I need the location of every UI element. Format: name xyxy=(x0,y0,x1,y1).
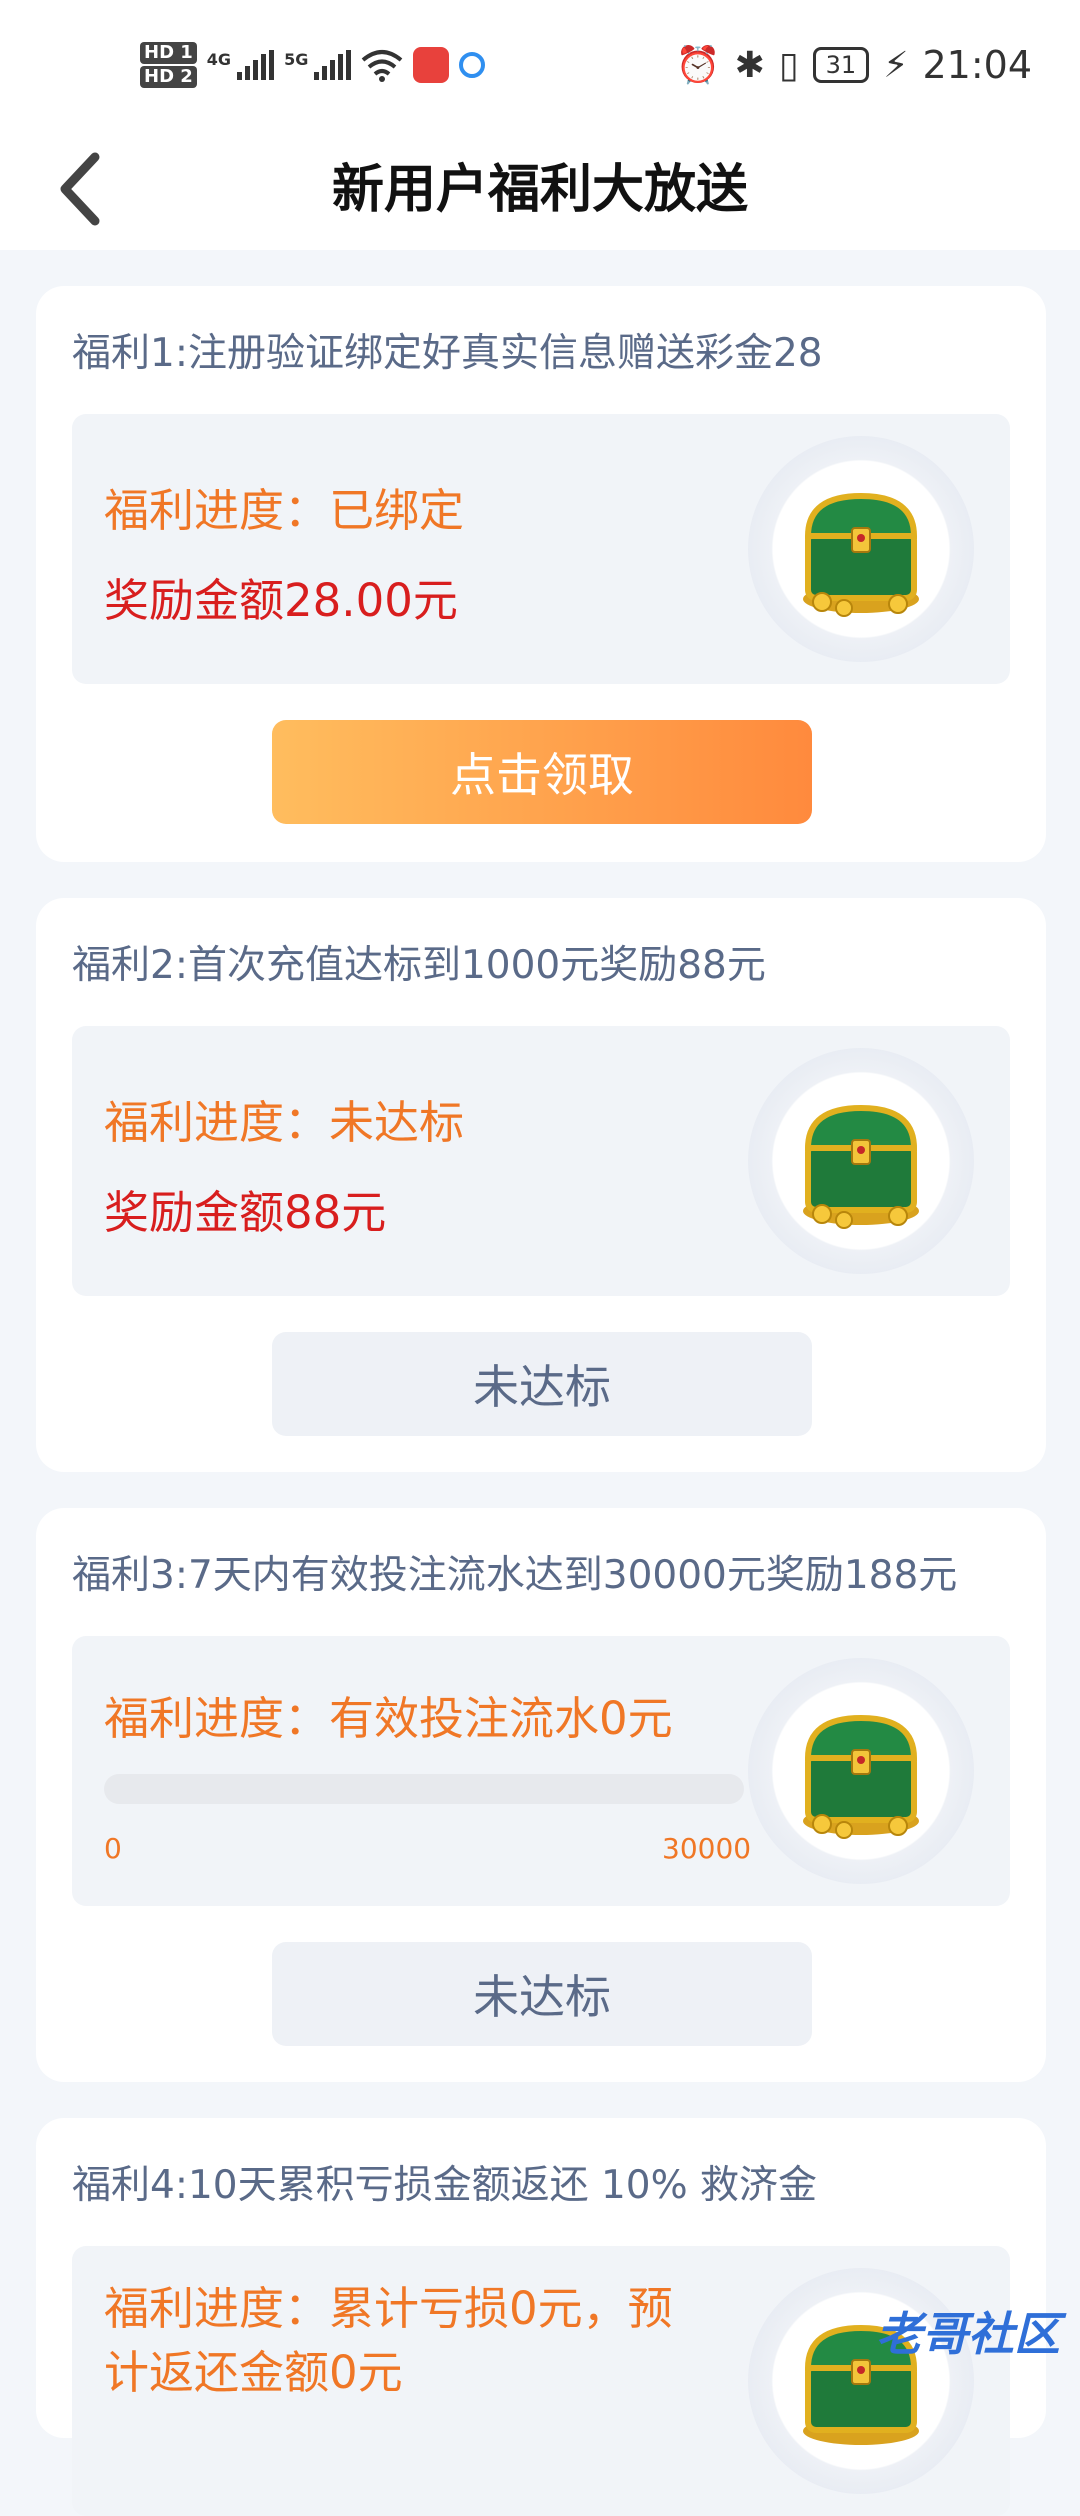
status-left: HD 1 HD 2 4G 5G xyxy=(140,30,486,100)
progress-panel: 福利进度：有效投注流水0元 0 30000 xyxy=(72,1636,1010,1906)
benefit-title: 福利1:注册验证绑定好真实信息赠送彩金28 xyxy=(72,331,823,376)
app-notification-icon-2 xyxy=(459,52,486,78)
wifi-icon xyxy=(362,50,403,82)
claim-button[interactable]: 点击领取 xyxy=(272,720,812,824)
hd2-badge: HD 2 xyxy=(140,66,197,88)
reward-amount: 奖励金额28.00元 xyxy=(104,574,458,627)
benefit-card-4: 福利4:10天累积亏损金额返还 10% 救济金 福利进度：累计亏损0元，预 计返… xyxy=(36,2118,1046,2516)
progress-max-label: 30000 xyxy=(662,1832,752,1865)
network-4g-label: 4G xyxy=(206,50,232,69)
benefit-title: 福利4:10天累积亏损金额返还 10% 救济金 xyxy=(72,2163,818,2208)
benefit-title: 福利2:首次充值达标到1000元奖励88元 xyxy=(72,943,766,988)
charging-icon: ⚡ xyxy=(883,44,909,86)
progress-text: 福利进度：有效投注流水0元 xyxy=(104,1692,673,1745)
page-title: 新用户福利大放送 xyxy=(331,160,748,220)
network-5g-label: 5G xyxy=(284,50,309,69)
progress-panel: 福利进度：累计亏损0元，预 计返还金额0元 xyxy=(72,2246,1010,2516)
hd1-badge: HD 1 xyxy=(140,42,197,64)
benefit-card-2: 福利2:首次充值达标到1000元奖励88元 福利进度：未达标 奖励金额88元 未… xyxy=(36,898,1046,1472)
watermark-logo: 老哥社区 xyxy=(876,2307,1060,2361)
treasure-chest-icon xyxy=(748,1048,974,1274)
progress-text: 福利进度：已绑定 xyxy=(104,484,465,537)
progress-bar xyxy=(104,1774,744,1804)
progress-panel: 福利进度：未达标 奖励金额88元 xyxy=(72,1026,1010,1296)
clock: 21:04 xyxy=(922,43,1032,87)
benefit-title: 福利3:7天内有效投注流水达到30000元奖励188元 xyxy=(72,1553,958,1598)
benefit-card-1: 福利1:注册验证绑定好真实信息赠送彩金28 福利进度：已绑定 奖励金额28.00… xyxy=(36,286,1046,862)
signal-4g-icon: 4G xyxy=(206,50,275,80)
nav-bar: 新用户福利大放送 xyxy=(0,130,1080,250)
battery-icon: 31 xyxy=(812,47,870,83)
alarm-icon: ⏰ xyxy=(675,45,721,86)
app-notification-icon xyxy=(413,47,450,83)
vibrate-icon: ▯ xyxy=(778,44,799,86)
status-right: ⏰ ✱ ▯ 31 ⚡ 21:04 xyxy=(676,30,1032,100)
signal-5g-icon: 5G xyxy=(284,50,352,80)
treasure-chest-icon xyxy=(748,436,974,662)
progress-text: 福利进度：未达标 xyxy=(104,1096,465,1149)
progress-text-line1: 福利进度：累计亏损0元，预 xyxy=(104,2282,673,2335)
progress-text-line2: 计返还金额0元 xyxy=(104,2346,403,2399)
progress-panel: 福利进度：已绑定 奖励金额28.00元 xyxy=(72,414,1010,684)
not-reached-button[interactable]: 未达标 xyxy=(272,1332,812,1436)
not-reached-button[interactable]: 未达标 xyxy=(272,1942,812,2046)
benefit-card-3: 福利3:7天内有效投注流水达到30000元奖励188元 福利进度：有效投注流水0… xyxy=(36,1508,1046,2082)
reward-amount: 奖励金额88元 xyxy=(104,1186,387,1239)
status-bar: HD 1 HD 2 4G 5G ⏰ ✱ ▯ 31 ⚡ 21:04 xyxy=(0,0,1080,130)
progress-min-label: 0 xyxy=(104,1832,122,1865)
treasure-chest-icon xyxy=(748,1658,974,1884)
bluetooth-icon: ✱ xyxy=(734,44,765,86)
hd-indicators: HD 1 HD 2 xyxy=(140,42,197,88)
